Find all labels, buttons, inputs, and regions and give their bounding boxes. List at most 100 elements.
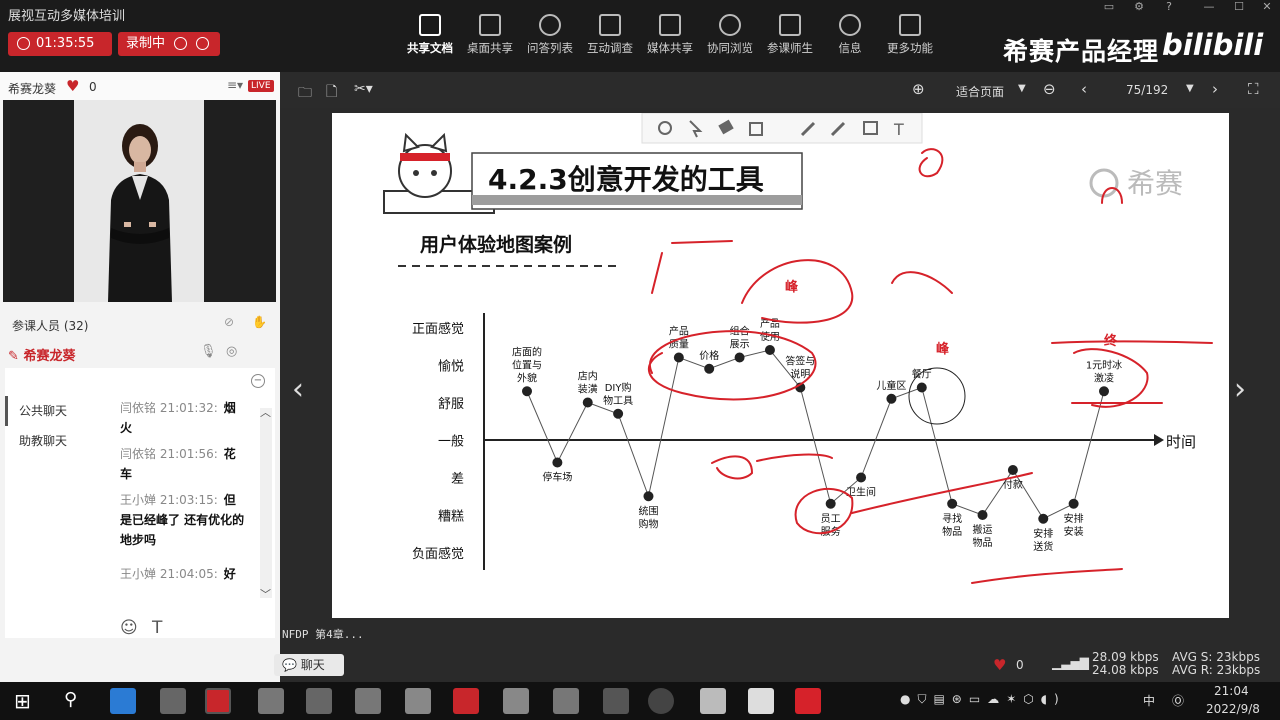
- c-app-icon[interactable]: [748, 688, 774, 714]
- clock-time[interactable]: 21:04: [1214, 684, 1249, 698]
- presenter-video: [3, 100, 276, 302]
- ime-indicator[interactable]: 中: [1143, 692, 1155, 709]
- tray-icons[interactable]: ●⛉▤⊛▭☁✶⬡◖): [900, 692, 1066, 707]
- x-axis-arrow: [1154, 434, 1164, 446]
- touchpoint-dot: [643, 491, 654, 502]
- chat-message: 王小婵 21:04:05: 好: [120, 564, 248, 584]
- maximize-icon[interactable]: ☐: [1226, 0, 1252, 16]
- settings-icon[interactable]: ⚙: [1126, 0, 1152, 16]
- signal-icon: ▁▃▅▇: [1052, 656, 1089, 670]
- zoom-in-icon[interactable]: ⊕: [912, 80, 925, 98]
- x-axis-label: 时间: [1166, 433, 1196, 451]
- heart-icon[interactable]: ♥: [66, 77, 79, 95]
- paint-app-icon[interactable]: [700, 688, 726, 714]
- app-title: 展视互动多媒体培训: [8, 9, 126, 24]
- toolbar-film-button[interactable]: 媒体共享: [640, 14, 700, 64]
- minimize-to-tray-icon[interactable]: ▭: [1096, 0, 1122, 16]
- scroll-down-icon[interactable]: ﹀: [260, 586, 271, 602]
- scissors-icon[interactable]: ✂▾: [354, 81, 373, 97]
- collapse-chat-icon[interactable]: −: [251, 374, 265, 388]
- microphone-icon[interactable]: 🎙: [200, 344, 217, 359]
- zoom-mode-select[interactable]: 适合页面: [956, 83, 1004, 100]
- doc-app-icon[interactable]: [405, 688, 431, 714]
- folder-icon[interactable]: 🗀: [298, 82, 312, 106]
- presenter-figure: [108, 124, 172, 302]
- touchpoint-label: 儿童区: [876, 379, 906, 392]
- nvidia-app-icon[interactable]: [603, 688, 629, 714]
- raise-hand-icon[interactable]: ✋: [252, 315, 267, 329]
- record-dot-app-icon[interactable]: [648, 688, 674, 714]
- text-format-icon[interactable]: T: [152, 618, 162, 638]
- bilibili-logo: bilibili: [1162, 28, 1264, 62]
- toolbar-label: 桌面共享: [467, 41, 513, 55]
- slide-subtitle: 用户体验地图案例: [420, 233, 572, 256]
- ime-mode-icon[interactable]: Ⓞ: [1172, 692, 1184, 709]
- print-app-icon[interactable]: [355, 688, 381, 714]
- recording-button[interactable]: 录制中: [118, 32, 220, 56]
- c-app-red-icon[interactable]: [795, 688, 821, 714]
- chat-app-2-icon[interactable]: [306, 688, 332, 714]
- edge-icon[interactable]: [110, 688, 136, 714]
- page-indicator[interactable]: 75/192: [1126, 83, 1168, 97]
- chat-button-label: 聊天: [300, 658, 325, 672]
- chat-toggle-button[interactable]: 💬 聊天: [274, 654, 344, 676]
- box-app-icon[interactable]: [503, 688, 529, 714]
- slide-canvas: T 4.2.3创意开发的工具 希赛 用户体验地图案例 时间 正面感觉愉悦舒服一般…: [383, 113, 1213, 584]
- toolbar-info-button[interactable]: 信息: [820, 14, 880, 64]
- touchpoint-dot: [1038, 513, 1049, 524]
- chat-app-icon[interactable]: [160, 688, 186, 714]
- toolbar-people-button[interactable]: 参课师生: [760, 14, 820, 64]
- fullscreen-icon[interactable]: ⛶: [1248, 80, 1259, 98]
- xmind-app-icon[interactable]: [453, 688, 479, 714]
- chat-bubble-icon: 💬: [282, 658, 297, 672]
- scroll-up-icon[interactable]: ︿: [260, 404, 271, 420]
- toolbar-qa-button[interactable]: 问答列表: [520, 14, 580, 64]
- next-slide-icon[interactable]: ›: [1234, 372, 1246, 407]
- zoom-out-icon[interactable]: ⊖: [1043, 80, 1056, 98]
- chat-message: 闫依铭 21:01:56: 花车: [120, 444, 248, 484]
- toolbar-survey-chart-button[interactable]: 互动调查: [580, 14, 640, 64]
- next-page-icon[interactable]: ›: [1212, 80, 1218, 98]
- emoji-icon[interactable]: ☺: [120, 618, 138, 638]
- toolbar-desktop-share-button[interactable]: 桌面共享: [460, 14, 520, 64]
- minimize-icon[interactable]: —: [1196, 0, 1222, 16]
- chat-tab[interactable]: 公共聊天: [5, 396, 83, 426]
- chat-scrollbar[interactable]: ︿ ﹀: [260, 406, 272, 601]
- chevron-down-icon[interactable]: ▼: [1018, 83, 1026, 94]
- toolbar-document-button[interactable]: 共享文档: [400, 14, 460, 64]
- prev-page-icon[interactable]: ‹: [1081, 80, 1087, 98]
- mute-all-icon[interactable]: ⊘: [224, 315, 234, 329]
- text-tool-icon[interactable]: T: [893, 120, 904, 139]
- search-icon[interactable]: ⚲: [64, 689, 77, 710]
- stats-likes: 0: [1016, 658, 1024, 672]
- prev-slide-icon[interactable]: ‹: [292, 372, 304, 407]
- close-icon[interactable]: ✕: [1254, 0, 1280, 16]
- message-meta: 王小婵 21:04:05:: [120, 567, 218, 581]
- help-icon[interactable]: ?: [1156, 0, 1182, 16]
- touchpoint-dot: [764, 345, 775, 355]
- info-icon: [839, 14, 861, 36]
- clock-date[interactable]: 2022/9/8: [1206, 702, 1260, 716]
- toolbar-more-button[interactable]: 更多功能: [880, 14, 940, 64]
- windows-start-icon[interactable]: ⊞: [14, 689, 31, 713]
- chat-tab[interactable]: 助教聊天: [5, 426, 83, 456]
- avg-receive: AVG R: 23kbps: [1172, 663, 1261, 677]
- touchpoint-dot: [552, 457, 563, 468]
- touchpoint-dot: [673, 352, 684, 363]
- layout-menu-icon[interactable]: ≡▾: [227, 78, 243, 92]
- stop-record-icon[interactable]: [196, 37, 209, 50]
- toolbar-label: 互动调查: [587, 41, 633, 55]
- flower-app-icon[interactable]: [553, 688, 579, 714]
- touchpoint-label: 安排安装: [1064, 512, 1084, 538]
- toolbar-compass-button[interactable]: 协同浏览: [700, 14, 760, 64]
- recorder-app-icon[interactable]: [205, 688, 231, 714]
- notes-app-icon[interactable]: [258, 688, 284, 714]
- page-dropdown-icon[interactable]: ▼: [1186, 83, 1194, 94]
- toolbar-label: 媒体共享: [647, 41, 693, 55]
- camera-icon[interactable]: ◎: [226, 344, 237, 359]
- toolbar-label: 共享文档: [407, 41, 453, 55]
- pause-record-icon[interactable]: [174, 37, 187, 50]
- file-icon[interactable]: 🗋: [326, 81, 337, 105]
- pause-timer-button[interactable]: 01:35:55: [8, 32, 112, 56]
- touchpoint-dot: [916, 382, 927, 393]
